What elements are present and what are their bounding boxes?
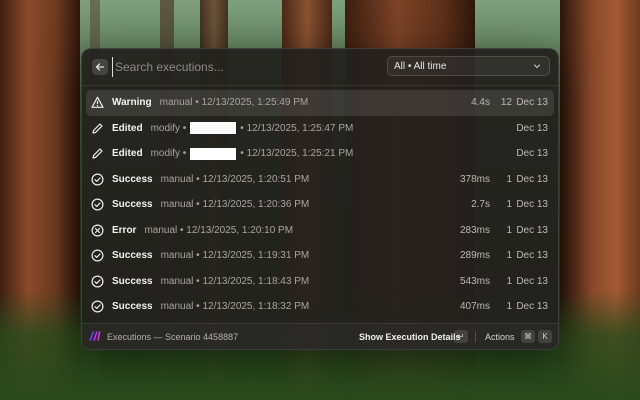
row-meta: modify • • 12/13/2025, 1:25:47 PM — [150, 122, 354, 135]
row-count: 1 — [506, 250, 512, 262]
check-circle-icon — [91, 198, 104, 211]
row-meta-suffix: • 12/13/2025, 1:25:47 PM — [240, 122, 354, 134]
footer-title: Executions — Scenario 4458887 — [107, 331, 239, 342]
row-status: Edited — [112, 148, 143, 160]
execution-row[interactable]: Success manual • 12/13/2025, 1:19:31 PM … — [86, 243, 554, 269]
row-count: 1 — [506, 275, 512, 287]
arrow-left-icon — [95, 63, 105, 71]
row-date: Dec 13 — [516, 199, 548, 211]
execution-row[interactable]: Success manual • 12/13/2025, 1:20:51 PM … — [86, 167, 554, 193]
warning-icon — [91, 96, 104, 109]
row-status: Warning — [112, 97, 152, 109]
row-meta: modify • • 12/13/2025, 1:25:21 PM — [150, 147, 354, 160]
row-duration: 378ms — [459, 173, 490, 185]
row-status: Success — [112, 301, 153, 313]
row-status: Success — [112, 199, 153, 211]
row-count: 1 — [506, 199, 512, 211]
row-meta: manual • 12/13/2025, 1:19:31 PM — [160, 250, 310, 262]
row-status: Success — [112, 173, 153, 185]
row-duration: 543ms — [459, 275, 490, 287]
check-circle-icon — [91, 249, 104, 262]
row-duration: 2.7s — [471, 199, 490, 211]
execution-row[interactable]: Success manual • 12/13/2025, 1:18:43 PM … — [86, 269, 554, 295]
row-meta: manual • 12/13/2025, 1:20:51 PM — [160, 173, 310, 185]
filter-value: All • All time — [394, 60, 447, 72]
row-date: Dec 13 — [516, 122, 548, 134]
palette-header: All • All time — [82, 49, 558, 86]
row-count: 1 — [506, 301, 512, 313]
row-date: Dec 13 — [516, 97, 548, 109]
row-status: Error — [112, 224, 137, 236]
row-status: Success — [112, 250, 153, 262]
row-count: 12 — [500, 97, 512, 109]
row-status: Edited — [112, 122, 143, 134]
row-status: Success — [112, 275, 153, 287]
row-date: Dec 13 — [516, 148, 548, 160]
chevron-down-icon — [533, 64, 541, 69]
row-meta-suffix: • 12/13/2025, 1:25:21 PM — [240, 148, 354, 160]
row-duration: 407ms — [459, 301, 490, 313]
row-meta: manual • 12/13/2025, 1:25:49 PM — [159, 97, 309, 109]
pencil-icon — [91, 147, 104, 160]
x-circle-icon — [91, 224, 104, 237]
row-date: Dec 13 — [516, 301, 548, 313]
row-count: 1 — [506, 224, 512, 236]
check-circle-icon — [91, 300, 104, 313]
actions-button[interactable]: Actions — [485, 332, 515, 342]
row-meta-prefix: modify • — [150, 122, 187, 134]
execution-row[interactable]: Warning manual • 12/13/2025, 1:25:49 PM … — [86, 90, 554, 116]
execution-row[interactable]: Edited modify • • 12/13/2025, 1:25:21 PM… — [86, 141, 554, 167]
pencil-icon — [91, 122, 104, 135]
show-execution-details-button[interactable]: Show Execution Details — [359, 332, 461, 342]
execution-row[interactable]: Error manual • 12/13/2025, 1:20:10 PM 28… — [86, 218, 554, 244]
enter-key: ↵ — [454, 330, 468, 343]
k-key: K — [538, 330, 552, 343]
make-logo-icon — [89, 331, 101, 343]
search-input[interactable] — [112, 57, 365, 77]
execution-row[interactable]: Edited modify • • 12/13/2025, 1:25:47 PM… — [86, 116, 554, 142]
row-duration: 4.4s — [471, 97, 490, 109]
row-date: Dec 13 — [516, 224, 548, 236]
execution-row[interactable]: Success manual • 12/13/2025, 1:18:32 PM … — [86, 294, 554, 320]
footer-divider — [475, 331, 476, 342]
execution-list: Warning manual • 12/13/2025, 1:25:49 PM … — [86, 90, 554, 320]
row-duration: 289ms — [459, 250, 490, 262]
check-circle-icon — [91, 275, 104, 288]
row-meta: manual • 12/13/2025, 1:18:43 PM — [160, 275, 310, 287]
row-meta: manual • 12/13/2025, 1:20:36 PM — [160, 199, 310, 211]
row-meta: manual • 12/13/2025, 1:18:32 PM — [160, 301, 310, 313]
row-meta-prefix: modify • — [150, 148, 187, 160]
row-duration: 283ms — [459, 224, 490, 236]
back-button[interactable] — [92, 59, 108, 75]
redacted-block — [190, 147, 237, 160]
row-date: Dec 13 — [516, 173, 548, 185]
cmd-key: ⌘ — [521, 330, 535, 343]
row-date: Dec 13 — [516, 250, 548, 262]
execution-row[interactable]: Success manual • 12/13/2025, 1:20:36 PM … — [86, 192, 554, 218]
filter-dropdown[interactable]: All • All time — [387, 56, 550, 76]
row-meta: manual • 12/13/2025, 1:20:10 PM — [144, 224, 294, 236]
palette-footer: Executions — Scenario 4458887 Show Execu… — [82, 323, 558, 349]
row-date: Dec 13 — [516, 275, 548, 287]
check-circle-icon — [91, 173, 104, 186]
redacted-block — [190, 122, 237, 135]
row-count: 1 — [506, 173, 512, 185]
command-palette: All • All time Warning manual • 12/13/20… — [81, 48, 559, 350]
